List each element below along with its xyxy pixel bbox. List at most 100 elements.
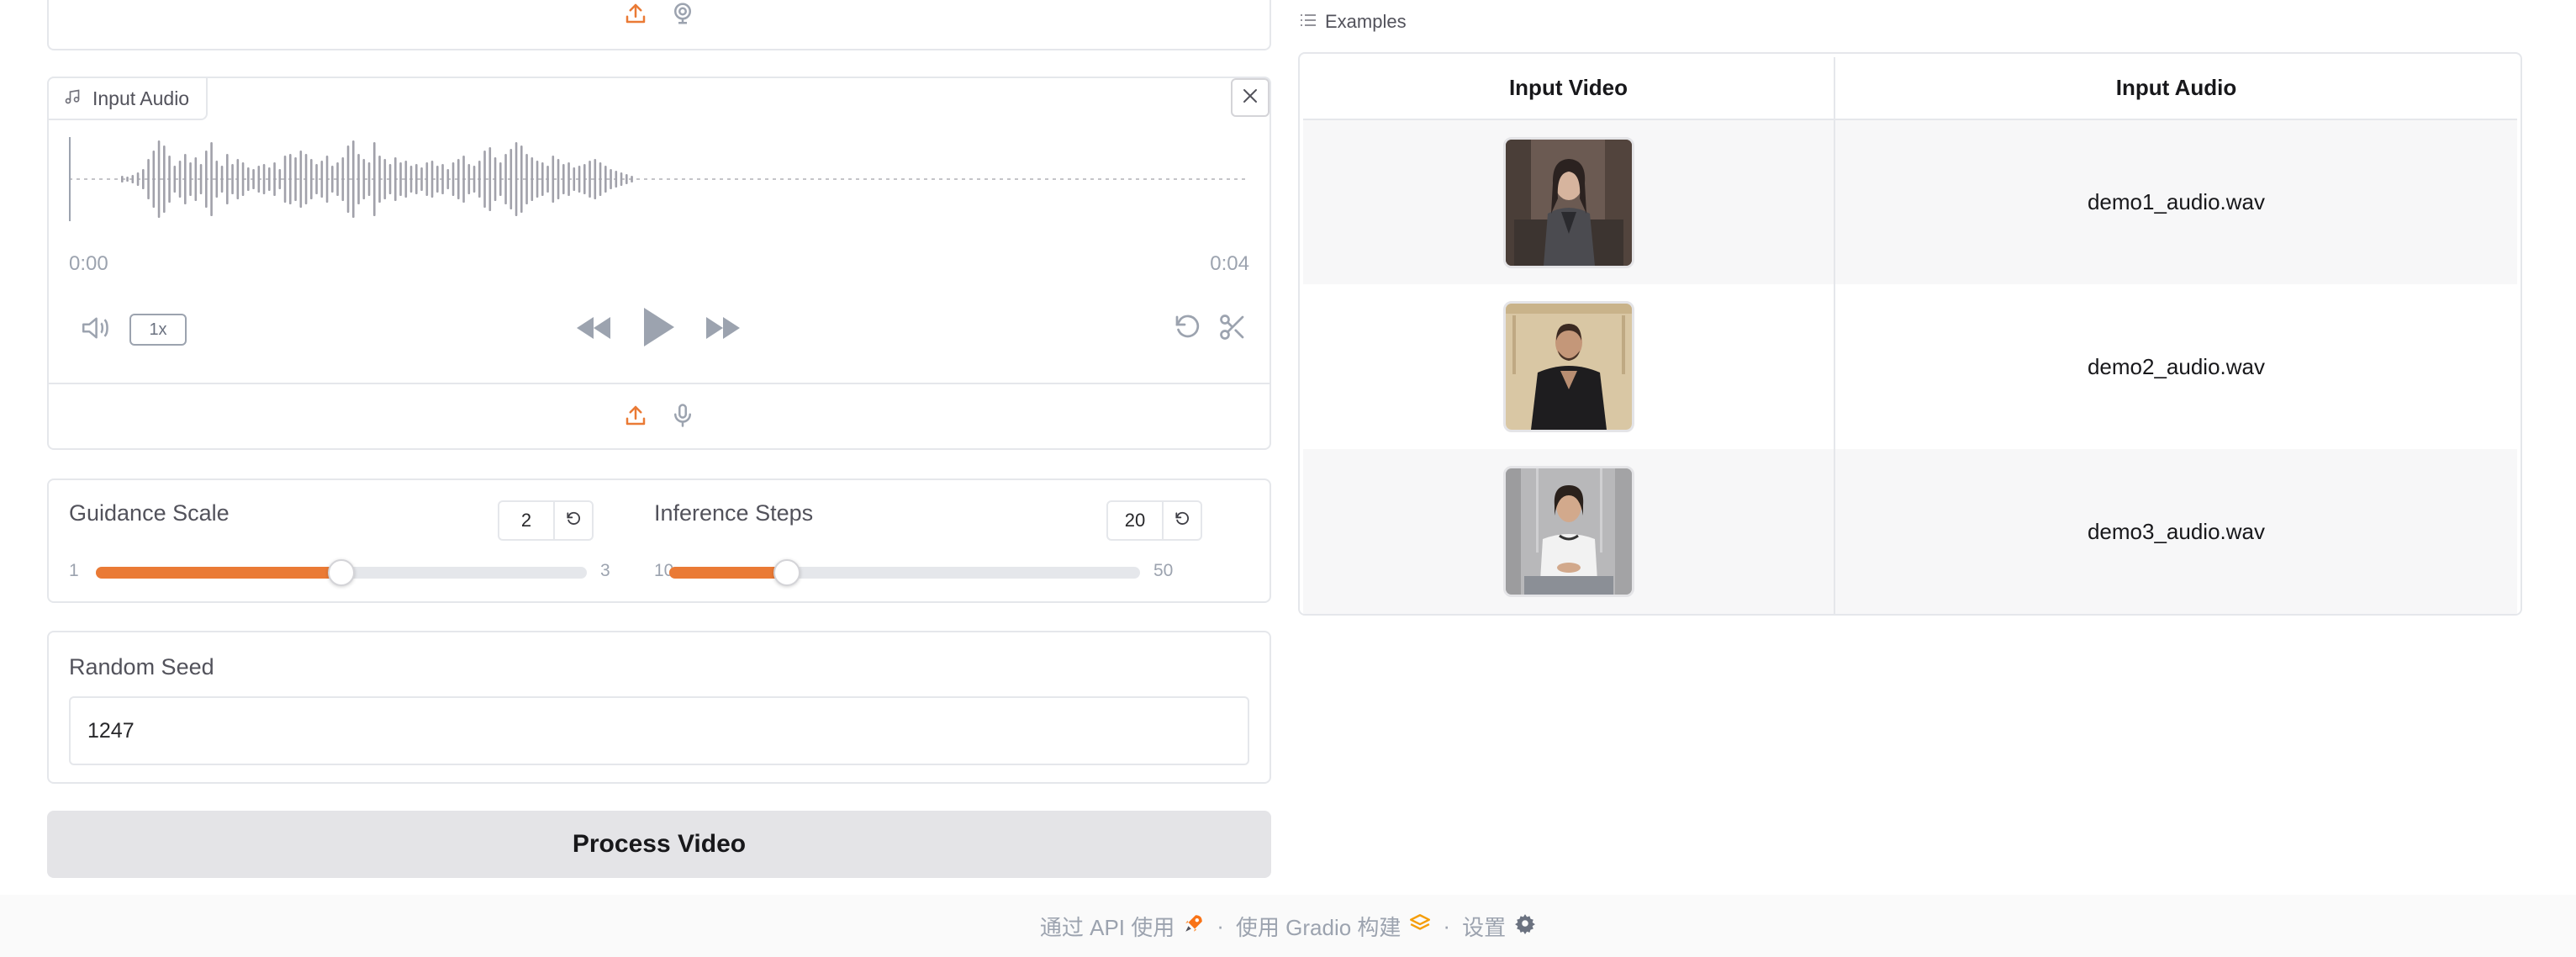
waveform-bar (620, 172, 623, 186)
waveform-bar (220, 166, 224, 193)
waveform-bar (536, 161, 539, 198)
waveform-bar (157, 140, 161, 218)
waveform-bar (383, 159, 387, 199)
inference-steps-input[interactable]: 20 (1108, 502, 1164, 539)
waveform-bar (283, 156, 287, 203)
random-seed-panel: Random Seed (47, 631, 1271, 784)
examples-label-text: Examples (1325, 11, 1407, 32)
example-audio-cell[interactable]: demo3_audio.wav (1834, 449, 2517, 614)
waveform-bar (173, 166, 177, 193)
webcam-icon[interactable] (670, 1, 695, 30)
waveform-bar (178, 161, 182, 198)
waveform-bar (446, 169, 450, 189)
example-row[interactable]: demo3_audio.wav (1303, 449, 2517, 614)
undo-icon (1172, 312, 1202, 346)
waveform-bar (499, 162, 502, 196)
waveform-bar (268, 167, 271, 191)
example-video-cell[interactable] (1303, 449, 1834, 614)
current-time: 0:00 (69, 252, 108, 275)
example-audio-cell[interactable]: demo1_audio.wav (1834, 119, 2517, 284)
inference-steps-track[interactable] (669, 559, 1140, 586)
video-input-panel (47, 0, 1271, 50)
waveform-bar (546, 166, 549, 193)
playhead-cursor[interactable] (69, 137, 71, 221)
example-row[interactable]: demo2_audio.wav (1303, 284, 2517, 449)
waveform-bar (367, 162, 371, 196)
close-button[interactable] (1231, 78, 1270, 117)
waveform-bar (236, 159, 240, 199)
example-row[interactable]: demo1_audio.wav (1303, 119, 2517, 284)
video-thumbnail[interactable] (1502, 466, 1634, 597)
upload-icon[interactable] (623, 403, 648, 432)
upload-icon[interactable] (623, 1, 648, 30)
rewind-icon (573, 314, 614, 346)
waveform-bar (273, 162, 276, 196)
footer-separator: · (1217, 912, 1224, 938)
waveform-bar (189, 162, 192, 196)
footer: 通过 API 使用 · 使用 Gradio 构建 · 设置 (0, 895, 2576, 957)
input-audio-label: Input Audio (49, 78, 209, 120)
gradio-link[interactable]: 使用 Gradio 构建 (1236, 911, 1432, 942)
waveform-bar (142, 169, 145, 189)
example-video-cell[interactable] (1303, 119, 1834, 284)
volume-button[interactable] (77, 314, 118, 346)
inference-steps-thumb[interactable] (773, 559, 800, 586)
waveform-bar (231, 164, 234, 194)
waveform-bar (320, 161, 324, 198)
waveform-bar (404, 161, 408, 198)
waveform-bar (573, 167, 576, 191)
video-thumbnail[interactable] (1502, 301, 1634, 432)
example-video-cell[interactable] (1303, 284, 1834, 449)
example-audio-cell[interactable]: demo2_audio.wav (1834, 284, 2517, 449)
gradio-logo-icon (1409, 912, 1431, 940)
guidance-scale-thumb[interactable] (328, 559, 355, 586)
api-link[interactable]: 通过 API 使用 (1040, 911, 1205, 942)
random-seed-input[interactable] (69, 696, 1249, 765)
waveform-bar (336, 162, 339, 196)
process-video-button[interactable]: Process Video (47, 811, 1271, 878)
guidance-scale-input[interactable]: 2 (499, 502, 555, 539)
play-button[interactable] (637, 304, 679, 354)
waveform-bar (520, 145, 523, 213)
inference-steps-reset-button[interactable] (1164, 502, 1201, 539)
undo-button[interactable] (1170, 312, 1204, 346)
waveform-bar (226, 154, 229, 204)
examples-table: Input Video Input Audio demo1_audio.wav … (1303, 57, 2517, 614)
input-audio-panel: Input Audio 0:00 0:04 1x (47, 77, 1271, 450)
waveform-bar (430, 161, 434, 198)
waveform-bar (626, 174, 628, 184)
waveform-bar (425, 162, 429, 196)
waveform-bar (373, 142, 376, 216)
api-link-text: 通过 API 使用 (1039, 914, 1175, 940)
guidance-scale-min: 1 (69, 561, 79, 580)
video-thumbnail[interactable] (1502, 136, 1634, 268)
fast-forward-button[interactable] (703, 309, 743, 350)
waveform-bar (531, 157, 534, 201)
inference-steps-slider: Inference Steps 20 10 50 (634, 480, 1270, 603)
trim-button[interactable] (1216, 312, 1249, 346)
waveform-bar (394, 157, 397, 201)
waveform-bar (210, 142, 213, 216)
inference-steps-fill (669, 567, 787, 579)
waveform-bar (583, 164, 586, 194)
waveform-bar (594, 159, 597, 199)
waveform-bar (599, 162, 602, 196)
header-input-audio: Input Audio (1834, 57, 2517, 120)
random-seed-label: Random Seed (69, 654, 214, 679)
header-input-video: Input Video (1303, 57, 1834, 120)
examples-header-row: Input Video Input Audio (1303, 57, 2517, 120)
rewind-button[interactable] (573, 309, 614, 350)
music-note-icon (64, 87, 81, 110)
guidance-scale-reset-button[interactable] (555, 502, 592, 539)
playback-speed-button[interactable]: 1x (129, 314, 187, 346)
audio-waveform[interactable] (69, 137, 1246, 221)
examples-label: Examples (1300, 11, 1407, 33)
waveform-bar (615, 171, 618, 188)
microphone-icon[interactable] (670, 403, 695, 432)
waveform-bar (436, 166, 439, 193)
waveform-bar (357, 154, 360, 204)
waveform-bar (457, 159, 460, 199)
settings-link[interactable]: 设置 (1462, 911, 1536, 942)
guidance-scale-track[interactable] (96, 559, 587, 586)
waveform-bar (420, 167, 423, 191)
